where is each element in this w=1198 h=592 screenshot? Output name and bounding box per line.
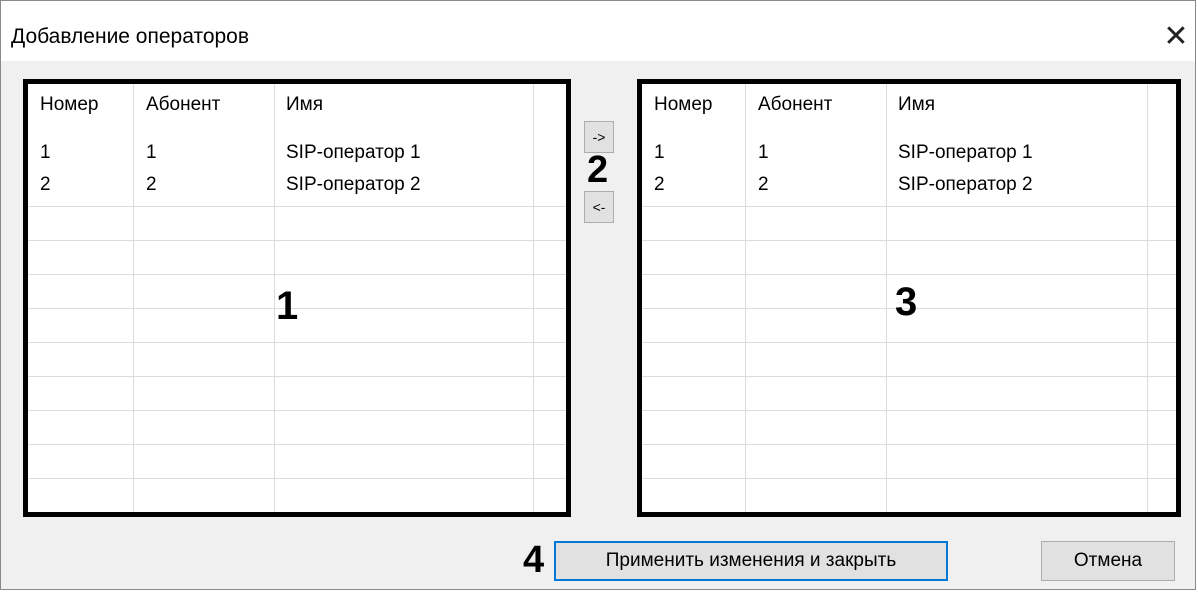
table-row-cell[interactable]: 1 bbox=[146, 142, 157, 164]
selected-operators-list[interactable]: Номер Абонент Имя 1 1 SIP-оператор 1 2 2… bbox=[637, 79, 1181, 517]
column-header-number[interactable]: Номер bbox=[40, 94, 98, 116]
close-icon[interactable]: ✕ bbox=[1159, 19, 1193, 53]
callout-marker-1: 1 bbox=[276, 284, 299, 328]
column-header-subscriber[interactable]: Абонент bbox=[758, 94, 832, 116]
table-row-cell[interactable]: 2 bbox=[758, 174, 769, 196]
remove-operator-button[interactable]: <- bbox=[584, 191, 614, 223]
column-header-name[interactable]: Имя bbox=[898, 94, 935, 116]
column-header-name[interactable]: Имя bbox=[286, 94, 323, 116]
table-row-cell[interactable]: 2 bbox=[40, 174, 51, 196]
table-row-cell[interactable]: 1 bbox=[40, 142, 51, 164]
selected-operators-grid: Номер Абонент Имя 1 1 SIP-оператор 1 2 2… bbox=[642, 84, 1176, 512]
column-header-subscriber[interactable]: Абонент bbox=[146, 94, 220, 116]
table-row-cell[interactable]: 2 bbox=[654, 174, 665, 196]
callout-marker-4: 4 bbox=[523, 539, 545, 581]
callout-marker-2: 2 bbox=[587, 149, 609, 191]
table-row-cell[interactable]: SIP-оператор 2 bbox=[898, 174, 1033, 196]
table-row-cell[interactable]: SIP-оператор 1 bbox=[898, 142, 1033, 164]
cancel-button[interactable]: Отмена bbox=[1041, 541, 1175, 581]
table-row-cell[interactable]: 2 bbox=[146, 174, 157, 196]
title-bar: Добавление операторов ✕ bbox=[1, 1, 1195, 61]
table-row-cell[interactable]: SIP-оператор 1 bbox=[286, 142, 421, 164]
table-row-cell[interactable]: 1 bbox=[654, 142, 665, 164]
table-row-cell[interactable]: SIP-оператор 2 bbox=[286, 174, 421, 196]
add-operators-dialog: Добавление операторов ✕ Номер Абонент Им… bbox=[0, 0, 1196, 590]
dialog-title: Добавление операторов bbox=[11, 25, 250, 48]
available-operators-grid: Номер Абонент Имя 1 1 SIP-оператор 1 2 2… bbox=[28, 84, 566, 512]
apply-and-close-button[interactable]: Применить изменения и закрыть bbox=[554, 541, 948, 581]
callout-marker-3: 3 bbox=[895, 280, 918, 324]
column-header-number[interactable]: Номер bbox=[654, 94, 712, 116]
table-row-cell[interactable]: 1 bbox=[758, 142, 769, 164]
available-operators-list[interactable]: Номер Абонент Имя 1 1 SIP-оператор 1 2 2… bbox=[23, 79, 571, 517]
